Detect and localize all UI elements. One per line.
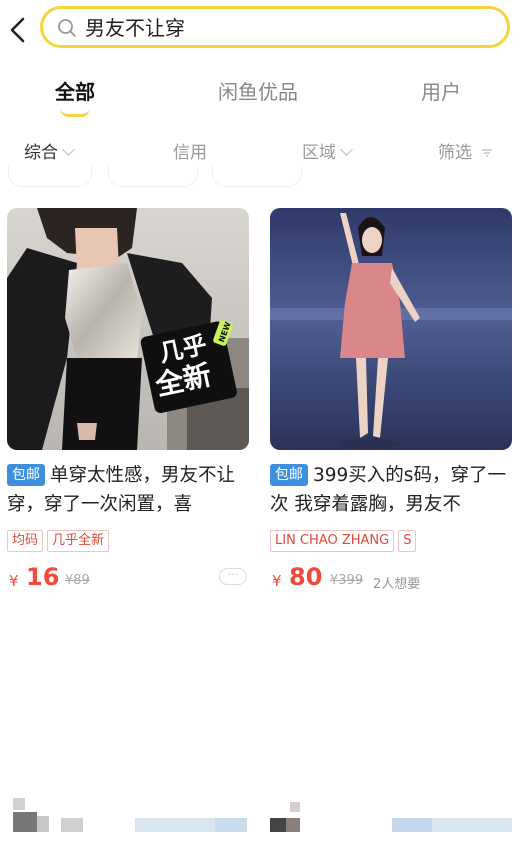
quick-chip[interactable]: [108, 166, 198, 187]
active-tab-indicator: [60, 108, 90, 117]
price: 16: [26, 563, 60, 591]
product-image[interactable]: [270, 208, 512, 450]
tab-xianyu-youpin[interactable]: 闲鱼优品: [218, 76, 298, 105]
product-card[interactable]: 几乎 全新 NEW 包邮 单穿太性感，男友不让穿，穿了一次闲置，喜 均码 几乎全新 …: [7, 208, 249, 832]
filter-comprehensive[interactable]: 综合: [24, 138, 75, 163]
product-photo-sequin-top: 几乎 全新 NEW: [7, 208, 249, 450]
filter-bar: 综合 信用 区域 筛选: [0, 130, 526, 170]
brand-tag: LIN CHAO ZHANG: [270, 530, 395, 552]
filter-comprehensive-label: 综合: [24, 143, 58, 163]
filter-region-label: 区域: [302, 143, 336, 163]
product-image[interactable]: 几乎 全新 NEW: [7, 208, 249, 450]
product-title[interactable]: 包邮 399买入的s码，穿了一次 我穿着露胸，男友不: [270, 461, 512, 519]
chevron-down-icon: [62, 143, 75, 156]
filter-icon: [482, 149, 493, 157]
tab-all[interactable]: 全部: [55, 76, 95, 105]
price: 80: [289, 563, 323, 591]
product-tags: 均码 几乎全新: [7, 529, 113, 552]
quick-chip[interactable]: [8, 166, 92, 187]
search-query: 男友不让穿: [85, 16, 185, 40]
size-tag: 均码: [7, 530, 44, 552]
tab-bar: 全部 闲鱼优品 用户: [0, 68, 526, 117]
currency-symbol: ¥: [9, 572, 19, 590]
filter-credit[interactable]: 信用: [173, 138, 207, 163]
quick-chip[interactable]: [212, 166, 302, 187]
chevron-down-icon: [340, 143, 353, 156]
filter-screen-label: 筛选: [438, 143, 472, 163]
filter-credit-label: 信用: [173, 143, 207, 163]
currency-symbol: ¥: [272, 572, 282, 590]
original-price: ¥399: [330, 573, 364, 588]
price-row: ¥ 16 ¥89 ···: [7, 563, 249, 594]
quick-chip-row: [0, 166, 526, 192]
product-photo-floral-dress: [270, 208, 512, 450]
filter-region[interactable]: 区域: [302, 138, 353, 163]
search-input[interactable]: 男友不让穿: [40, 6, 510, 48]
condition-tag: 几乎全新: [47, 530, 110, 552]
chevron-left-icon: [10, 17, 25, 43]
top-bar: 男友不让穿: [0, 0, 526, 60]
size-tag: S: [398, 530, 417, 552]
product-tags: LIN CHAO ZHANG S: [270, 529, 420, 552]
tab-users[interactable]: 用户: [421, 76, 461, 105]
product-card[interactable]: 包邮 399买入的s码，穿了一次 我穿着露胸，男友不 LIN CHAO ZHANG…: [270, 208, 512, 832]
back-button[interactable]: [6, 14, 30, 46]
search-icon: [58, 19, 76, 37]
filter-screen[interactable]: 筛选: [438, 138, 493, 163]
want-count: 2人想要: [373, 577, 421, 592]
original-price: ¥89: [65, 573, 90, 588]
free-shipping-badge: 包邮: [7, 464, 45, 486]
product-title[interactable]: 包邮 单穿太性感，男友不让穿，穿了一次闲置，喜: [7, 461, 249, 519]
more-options-button[interactable]: ···: [219, 568, 247, 585]
price-row: ¥ 80 ¥399 2人想要: [270, 563, 512, 594]
free-shipping-badge: 包邮: [270, 464, 308, 486]
